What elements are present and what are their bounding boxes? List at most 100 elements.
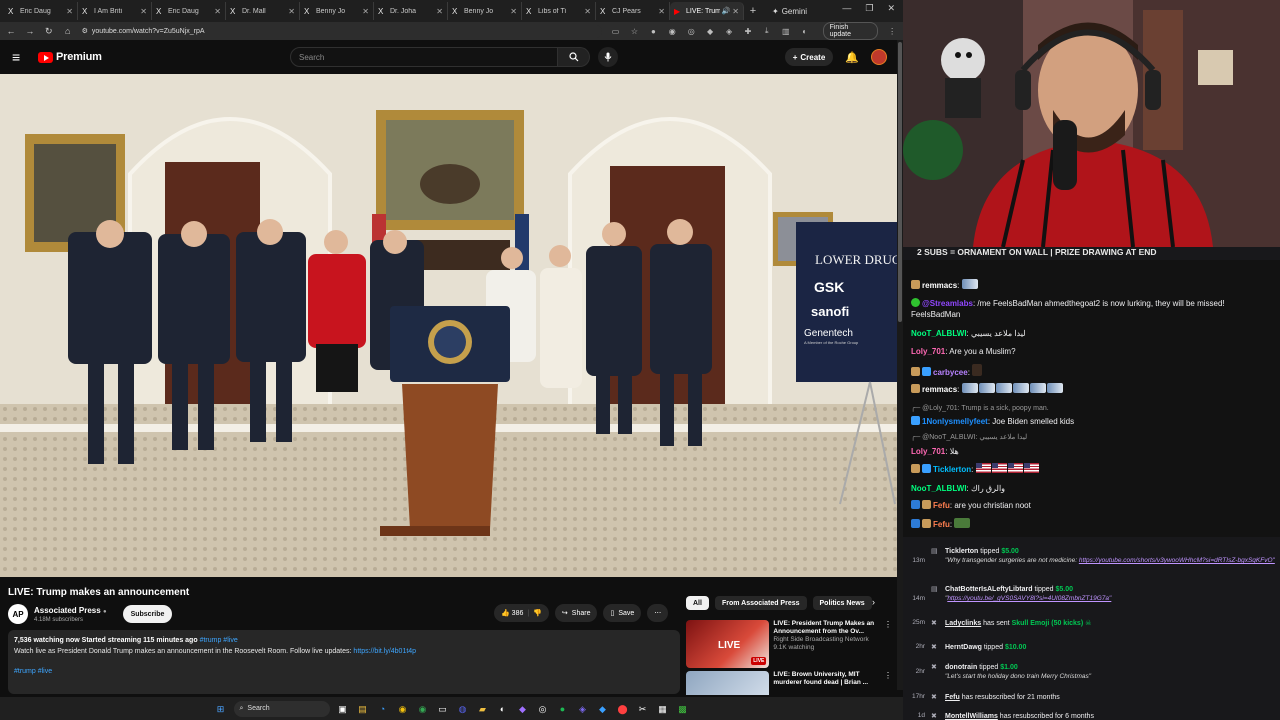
scrollbar-thumb[interactable]: [898, 42, 902, 322]
chevron-right-icon[interactable]: ›: [872, 597, 875, 607]
browser-tab[interactable]: X I Am Briti ✕: [78, 2, 152, 20]
notifications-bell-icon[interactable]: 🔔: [845, 51, 859, 64]
share-button[interactable]: ↪ Share: [554, 604, 598, 622]
site-info-icon[interactable]: ⚙: [82, 27, 88, 35]
home-icon[interactable]: ⌂: [63, 26, 73, 36]
reload-icon[interactable]: ↻: [44, 26, 54, 37]
event-link[interactable]: https://youtu.be/_gVS0SAVY8I?si=4UI08Zmb…: [947, 595, 1111, 602]
app-icon[interactable]: ◆: [516, 702, 530, 716]
spotify-icon[interactable]: ●: [556, 702, 570, 716]
chat-username[interactable]: Ticklerton: [933, 465, 971, 474]
chat-username[interactable]: 1Nonlysmellyfeet: [922, 417, 988, 426]
extension-icon[interactable]: ◆: [705, 27, 715, 36]
close-icon[interactable]: ✕: [658, 7, 665, 16]
close-icon[interactable]: ✕: [436, 7, 443, 16]
browser-tab[interactable]: X Dr. Joha ✕: [374, 2, 448, 20]
chat-username[interactable]: Loly_701: [911, 347, 945, 356]
chat-username[interactable]: NooT_ALBLWI: [911, 329, 967, 338]
chat-username[interactable]: NooT_ALBLWI: [911, 484, 967, 493]
puzzle-icon[interactable]: ✚: [743, 27, 753, 36]
close-icon[interactable]: ✕: [66, 7, 73, 16]
close-icon[interactable]: ✕: [140, 7, 147, 16]
edge-icon[interactable]: ◔: [376, 702, 390, 716]
chrome-profile-icon[interactable]: ◉: [416, 702, 430, 716]
maps-pin-icon[interactable]: ⬤: [616, 702, 630, 716]
description-link[interactable]: https://bit.ly/4b01t4p: [353, 648, 416, 655]
hamburger-menu-icon[interactable]: ≡: [12, 49, 32, 65]
close-icon[interactable]: ✕: [214, 7, 221, 16]
steam-icon[interactable]: ◐: [496, 702, 510, 716]
chat-username[interactable]: @Streamlabs: [922, 299, 973, 308]
chat-username[interactable]: remmacs: [922, 281, 957, 290]
browser-tab[interactable]: X Dr. Mall ✕: [226, 2, 300, 20]
create-button[interactable]: + Create: [784, 48, 834, 66]
close-icon[interactable]: ✕: [584, 7, 591, 16]
maximize-icon[interactable]: ❐: [865, 3, 873, 14]
bookmark-star-icon[interactable]: ☆: [630, 27, 640, 36]
folder-icon[interactable]: ▰: [476, 702, 490, 716]
avatar[interactable]: [871, 49, 887, 65]
channel-avatar[interactable]: AP: [8, 604, 28, 624]
browser-tab-active[interactable]: ▶ LIVE: Trum 🔊 ✕: [670, 2, 744, 20]
search-button[interactable]: [558, 47, 590, 67]
chrome-icon[interactable]: ◉: [396, 702, 410, 716]
gemini-button[interactable]: ✦ Gemini: [772, 7, 807, 16]
task-view-icon[interactable]: ▣: [336, 702, 350, 716]
save-button[interactable]: ▯ Save: [603, 604, 642, 622]
browser-tab[interactable]: X Benny Jo ✕: [300, 2, 374, 20]
browser-tab[interactable]: X CJ Pears ✕: [596, 2, 670, 20]
browser-tab[interactable]: X Eric Daug ✕: [152, 2, 226, 20]
app-icon[interactable]: ▩: [676, 702, 690, 716]
finish-update-button[interactable]: Finish update: [822, 22, 879, 40]
extension-icon[interactable]: ◎: [686, 27, 696, 36]
voice-search-button[interactable]: [598, 47, 618, 67]
profile-icon[interactable]: ◐: [800, 27, 810, 36]
chip-politics-news[interactable]: Politics News: [812, 596, 872, 610]
back-icon[interactable]: ←: [6, 26, 16, 36]
sidebar-icon[interactable]: ▥: [781, 27, 791, 36]
browser-tab[interactable]: X Libs of Ti ✕: [522, 2, 596, 20]
close-icon[interactable]: ✕: [288, 7, 295, 16]
url-field[interactable]: ⚙ youtube.com/watch?v=Zu5uNjx_rpA: [81, 24, 602, 38]
stats-hashtags[interactable]: #trump #live: [200, 637, 238, 644]
close-window-icon[interactable]: ✕: [887, 3, 895, 14]
video-description[interactable]: 7,536 watching now Started streaming 115…: [8, 630, 680, 694]
video-thumbnail[interactable]: [686, 671, 770, 695]
browser-tab[interactable]: X Eric Daug ✕: [4, 2, 78, 20]
new-tab-button[interactable]: +: [744, 5, 762, 17]
chat-username[interactable]: Loly_701: [911, 447, 945, 456]
recommended-video[interactable]: LIVE: Brown University, MIT murderer fou…: [686, 671, 892, 695]
extension-icon[interactable]: ◉: [667, 27, 677, 36]
chip-all[interactable]: All: [686, 596, 709, 610]
file-explorer-icon[interactable]: ▤: [356, 702, 370, 716]
minimize-icon[interactable]: —: [842, 3, 851, 14]
speaker-icon[interactable]: 🔊: [722, 7, 731, 15]
video-player[interactable]: LOWER DRUG GSK sanofi Genentech A Member…: [0, 74, 897, 577]
close-icon[interactable]: ✕: [732, 7, 739, 16]
channel-name[interactable]: Associated Press ●: [34, 606, 107, 615]
chat-username[interactable]: Fefu: [933, 520, 950, 529]
more-icon[interactable]: ⋮: [884, 620, 892, 668]
discord-icon[interactable]: ◍: [456, 702, 470, 716]
snipping-tool-icon[interactable]: ✂: [636, 702, 650, 716]
download-icon[interactable]: ⤓: [762, 26, 772, 36]
more-actions-button[interactable]: ⋯: [647, 604, 669, 622]
app-icon[interactable]: ▦: [656, 702, 670, 716]
description-hashtags[interactable]: #trump #live: [14, 668, 52, 675]
subscribe-button[interactable]: Subscribe: [122, 605, 173, 623]
forward-icon[interactable]: →: [25, 26, 35, 36]
taskbar-search[interactable]: ⌕ Search: [233, 700, 330, 717]
search-input[interactable]: Search: [290, 47, 558, 67]
more-icon[interactable]: ⋮: [884, 671, 892, 695]
like-button[interactable]: 👍 386: [501, 609, 523, 617]
extension-icon[interactable]: ◈: [724, 27, 734, 36]
close-icon[interactable]: ✕: [510, 7, 517, 16]
app-icon[interactable]: ◆: [596, 702, 610, 716]
close-icon[interactable]: ✕: [362, 7, 369, 16]
extension-icon[interactable]: ●: [648, 27, 658, 36]
menu-icon[interactable]: ⋮: [887, 27, 897, 36]
obs-icon[interactable]: ◎: [536, 702, 550, 716]
app-icon[interactable]: ◈: [576, 702, 590, 716]
recommended-video[interactable]: LIVE LIVE LIVE: President Trump Makes an…: [686, 620, 892, 668]
youtube-logo[interactable]: Premium: [38, 51, 102, 63]
